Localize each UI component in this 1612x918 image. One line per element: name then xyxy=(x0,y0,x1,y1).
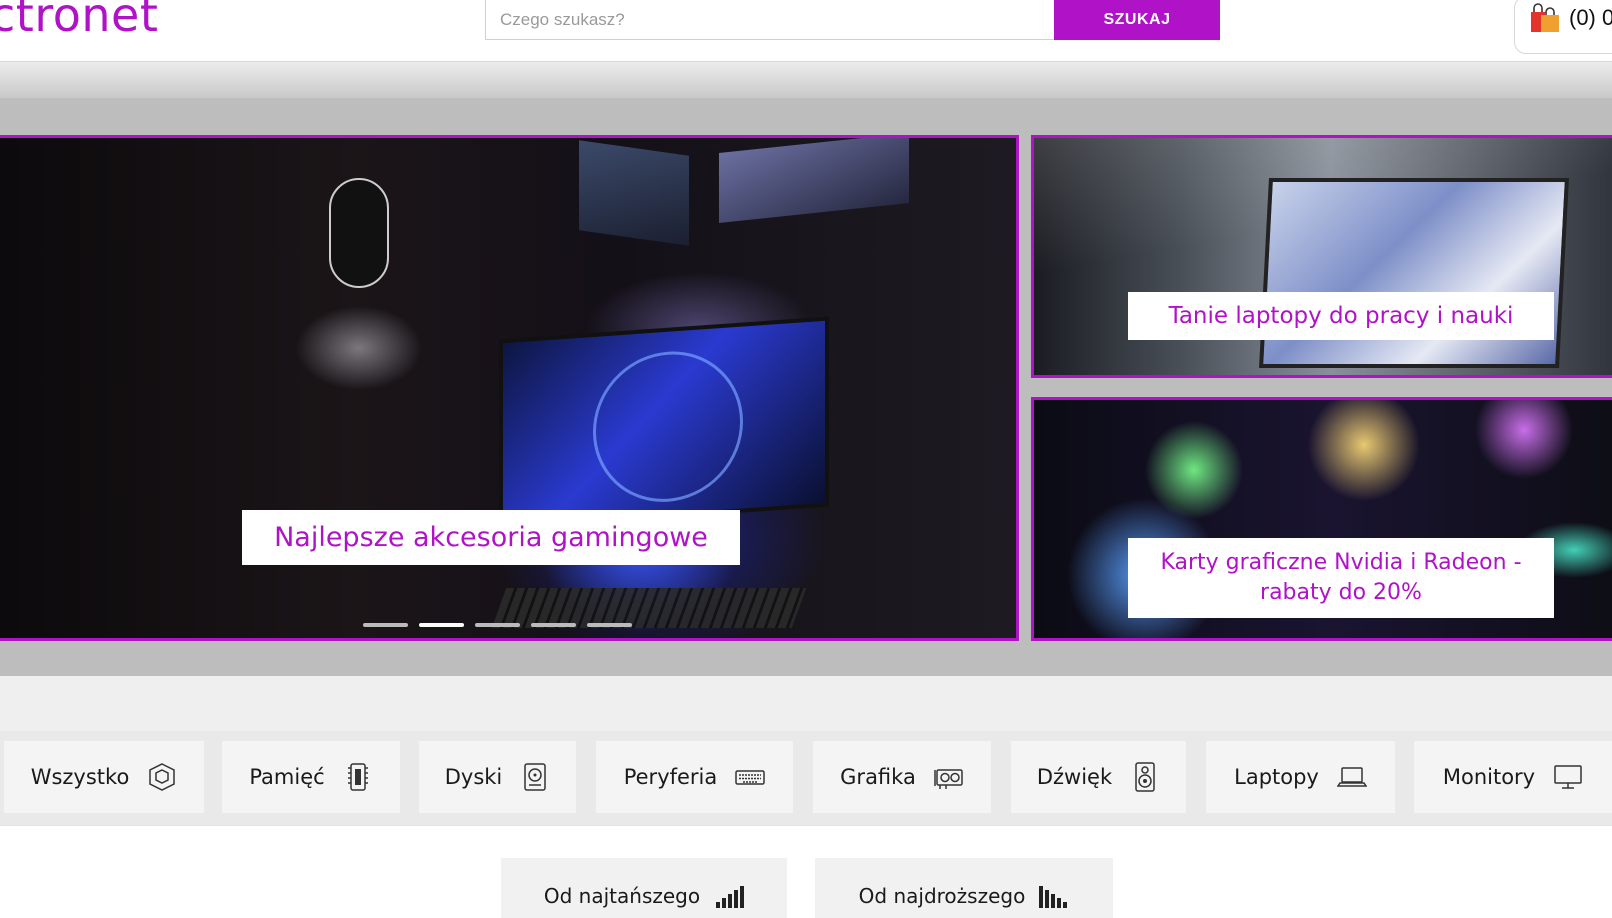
hero-gpu-caption[interactable]: Karty graficzne Nvidia i Radeon - rabaty… xyxy=(1128,538,1554,618)
sort-area xyxy=(0,825,1612,907)
sort-descending-icon xyxy=(1039,886,1068,908)
category-label: Laptopy xyxy=(1234,765,1319,789)
category-all[interactable]: Wszystko xyxy=(4,741,204,813)
shopping-bag-icon xyxy=(1531,3,1559,32)
monitor-icon xyxy=(1554,765,1582,789)
cart-count: (0) 0 xyxy=(1569,5,1612,30)
cube-icon xyxy=(149,763,176,791)
search-input[interactable] xyxy=(486,0,1054,39)
cart-widget[interactable]: (0) 0 xyxy=(1514,0,1612,54)
search-box xyxy=(485,0,1055,40)
category-label: Peryferia xyxy=(623,765,718,789)
slider-dot[interactable] xyxy=(363,623,408,627)
category-monitors[interactable]: Monitory xyxy=(1414,741,1612,813)
slider-dot[interactable] xyxy=(587,623,632,627)
category-peripherals[interactable]: Peryferia xyxy=(596,741,793,813)
category-label: Monitory xyxy=(1442,765,1536,789)
speaker-icon xyxy=(1135,762,1155,792)
site-header: ctronet SZUKAJ (0) 0 xyxy=(0,0,1612,62)
hero-top-gradient xyxy=(0,62,1612,98)
keyboard-icon xyxy=(735,770,766,785)
graphics-card-icon xyxy=(934,769,963,789)
hero-laptops-caption[interactable]: Tanie laptopy do pracy i nauki xyxy=(1128,292,1554,340)
slider-dot[interactable] xyxy=(475,623,520,627)
category-label: Grafika xyxy=(840,765,916,789)
hanging-banner-image xyxy=(579,140,689,246)
category-disks[interactable]: Dyski xyxy=(419,741,576,813)
memory-chip-icon xyxy=(347,763,368,791)
category-laptops[interactable]: Laptopy xyxy=(1206,741,1395,813)
hero-main-banner[interactable] xyxy=(0,135,1019,641)
sort-most-expensive-button[interactable]: Od najdroższego xyxy=(815,858,1113,918)
headset-image xyxy=(329,178,389,288)
hard-disk-icon xyxy=(524,763,547,791)
slider-dot-active[interactable] xyxy=(419,623,464,627)
category-label: Dyski xyxy=(444,765,503,789)
game-hud-image xyxy=(593,346,743,507)
category-memory[interactable]: Pamięć xyxy=(222,741,400,813)
hanging-banner-image xyxy=(719,138,909,223)
hero-main-caption[interactable]: Najlepsze akcesoria gamingowe xyxy=(242,510,740,565)
sort-cheapest-button[interactable]: Od najtańszego xyxy=(501,858,787,918)
section-spacer xyxy=(0,676,1612,731)
laptop-icon xyxy=(1336,767,1367,787)
hero-laptops-banner[interactable] xyxy=(1031,135,1612,378)
sort-label: Od najtańszego xyxy=(543,884,701,908)
category-label: Pamięć xyxy=(249,765,325,789)
keyboard-image xyxy=(491,588,807,628)
site-logo[interactable]: ctronet xyxy=(0,0,158,42)
sort-label: Od najdroższego xyxy=(858,884,1026,908)
sort-ascending-icon xyxy=(716,886,745,908)
category-sound[interactable]: Dźwięk xyxy=(1011,741,1186,813)
slider-dot[interactable] xyxy=(531,623,576,627)
category-graphics[interactable]: Grafika xyxy=(813,741,991,813)
slider-dots xyxy=(363,623,632,629)
category-label: Wszystko xyxy=(30,765,130,789)
search-button[interactable]: SZUKAJ xyxy=(1054,0,1220,40)
gaming-monitor-image xyxy=(499,316,829,530)
category-label: Dźwięk xyxy=(1036,765,1113,789)
